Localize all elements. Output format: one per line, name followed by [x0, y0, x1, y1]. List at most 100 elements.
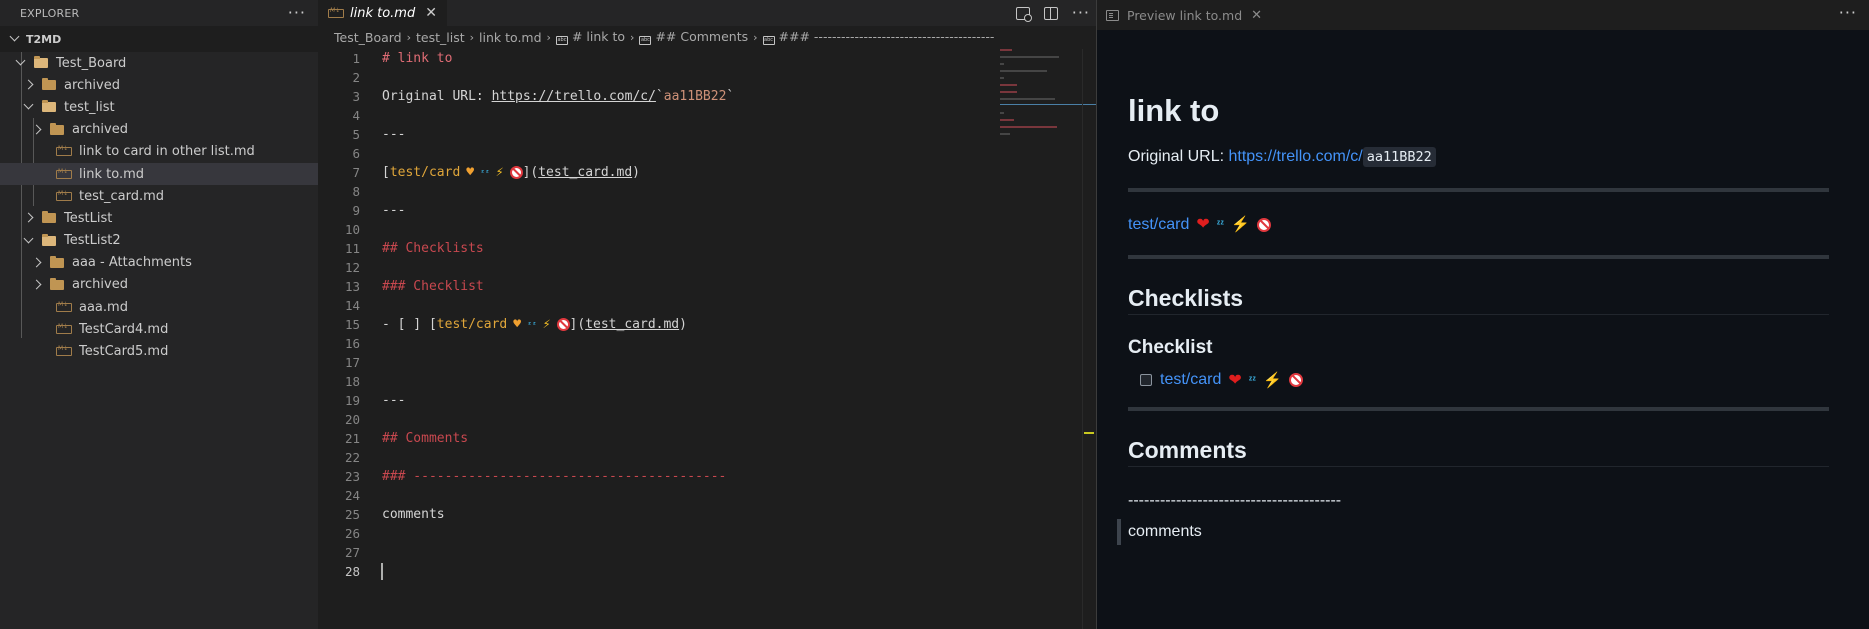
code-token: aa11BB22 [663, 89, 727, 104]
tree-folder[interactable]: archived [0, 119, 318, 141]
code-line[interactable]: 10 [318, 220, 1096, 239]
editor-tab-bar: link to.md ✕ ··· [318, 0, 1096, 26]
tree-folder[interactable]: aaa - Attachments [0, 252, 318, 274]
line-text: --- [382, 393, 405, 408]
preview-task-link[interactable]: test/card [1160, 371, 1221, 389]
code-line[interactable]: 11 ## Checklists [318, 239, 1096, 258]
lightning-icon: ⚡ [495, 165, 504, 180]
tree-folder[interactable]: TestList [0, 207, 318, 229]
tree-item-label: TestList2 [64, 233, 121, 249]
minimap-line [1000, 56, 1059, 58]
breadcrumb-item[interactable]: link to.md [479, 30, 542, 45]
file-tree: Test_Board archived test_list archived link … [0, 52, 318, 363]
preview-task-item: test/card ❤ ᶻᶻ ⚡ [1140, 369, 1829, 391]
tree-item-label: aaa - Attachments [72, 255, 192, 271]
preview-url-link[interactable]: https://trello.com/c/ [1228, 148, 1362, 165]
line-number: 27 [344, 545, 360, 560]
chevron-down-icon [22, 234, 36, 248]
tree-folder[interactable]: Test_Board [0, 52, 318, 74]
preview-heading-checklist: Checklist [1128, 337, 1213, 358]
markdown-file-icon [328, 7, 344, 18]
tree-folder[interactable]: archived [0, 74, 318, 96]
breadcrumb-item[interactable]: abc # link to [555, 29, 625, 45]
preview-card-link[interactable]: test/card [1128, 216, 1189, 233]
code-token: test_card.md [538, 165, 633, 180]
code-line[interactable]: 27 [318, 543, 1096, 562]
code-line[interactable]: 15 - [ ] [test/card ♥ ᶻᶻ ⚡](test_card.md) [318, 315, 1096, 334]
code-line[interactable]: 16 [318, 334, 1096, 353]
line-number: 16 [344, 336, 360, 351]
minimap-line [1000, 70, 1047, 72]
close-icon[interactable]: ✕ [1251, 8, 1262, 23]
code-line[interactable]: 24 [318, 486, 1096, 505]
code-line[interactable]: 28 [318, 562, 1096, 581]
tree-folder[interactable]: TestList2 [0, 230, 318, 252]
line-number: 4 [352, 108, 360, 123]
code-line[interactable]: 21 ## Comments [318, 429, 1096, 448]
tree-folder[interactable]: archived [0, 274, 318, 296]
code-line[interactable]: 6 [318, 144, 1096, 163]
split-editor-icon[interactable] [1043, 6, 1058, 20]
task-checkbox[interactable] [1140, 374, 1152, 386]
line-number: 20 [344, 412, 360, 427]
code-line[interactable]: 1 # link to [318, 49, 1096, 68]
code-line[interactable]: 3 Original URL: https://trello.com/c/`aa1… [318, 87, 1096, 106]
code-line[interactable]: 20 [318, 410, 1096, 429]
code-editor[interactable]: 1 # link to 2 3 Original URL: https://trello… [318, 49, 1096, 581]
tree-item-label: Test_Board [56, 55, 127, 71]
code-line[interactable]: 5 --- [318, 125, 1096, 144]
code-line[interactable]: 2 [318, 68, 1096, 87]
ellipsis-icon[interactable]: ··· [1839, 5, 1857, 21]
code-token: - [ ] [382, 317, 429, 332]
code-line[interactable]: 4 [318, 106, 1096, 125]
tree-file[interactable]: aaa.md [0, 296, 318, 318]
close-icon[interactable]: ✕ [425, 5, 437, 21]
open-preview-icon[interactable] [1015, 6, 1032, 22]
tree-file[interactable]: link to.md [0, 162, 318, 186]
code-line[interactable]: 22 [318, 448, 1096, 467]
line-number: 2 [352, 70, 360, 85]
minimap[interactable] [1000, 49, 1080, 135]
tree-folder[interactable]: test_list [0, 96, 318, 118]
ellipsis-icon[interactable]: ··· [288, 5, 306, 21]
breadcrumb-item[interactable]: abc ### ---------------------------------… [762, 29, 994, 45]
code-line[interactable]: 8 [318, 182, 1096, 201]
code-line[interactable]: 25 comments [318, 505, 1096, 524]
code-line[interactable]: 14 [318, 296, 1096, 315]
code-token: # link to [382, 51, 453, 66]
breadcrumb-item[interactable]: test_list [416, 30, 465, 45]
code-line[interactable]: 26 [318, 524, 1096, 543]
line-number: 12 [344, 260, 360, 275]
code-line[interactable]: 19 --- [318, 391, 1096, 410]
code-token: https://trello.com/c/ [491, 89, 656, 104]
ellipsis-icon[interactable]: ··· [1072, 5, 1090, 21]
code-line[interactable]: 13 ### Checklist [318, 277, 1096, 296]
line-number: 18 [344, 374, 360, 389]
tree-item-label: TestCard4.md [79, 321, 169, 337]
code-line[interactable]: 23 ### ----------------------------------… [318, 467, 1096, 486]
symbol-icon: abc [555, 36, 568, 45]
breadcrumb-item[interactable]: Test_Board [334, 30, 402, 45]
code-line[interactable]: 18 [318, 372, 1096, 391]
minimap-line [1000, 63, 1004, 65]
tree-file[interactable]: test_card.md [0, 185, 318, 207]
tree-file[interactable]: TestCard4.md [0, 318, 318, 340]
tree-file[interactable]: TestCard5.md [0, 340, 318, 362]
tab-preview-link-to-md[interactable]: Preview link to.md ✕ [1097, 0, 1276, 30]
code-line[interactable]: 7 [test/card ♥ ᶻᶻ ⚡](test_card.md) [318, 163, 1096, 182]
markdown-file-icon [56, 190, 72, 201]
tree-file[interactable]: link to card in other list.md [0, 141, 318, 163]
line-number: 3 [352, 89, 360, 104]
code-line[interactable]: 17 [318, 353, 1096, 372]
code-line[interactable]: 9 --- [318, 201, 1096, 220]
line-text: --- [382, 127, 405, 142]
code-line[interactable]: 12 [318, 258, 1096, 277]
chevron-right-icon: › [469, 30, 475, 44]
breadcrumb-item[interactable]: abc ## Comments [639, 29, 748, 45]
tree-item-label: archived [72, 122, 128, 138]
editor-scrollbar[interactable] [1082, 49, 1096, 629]
workspace-root[interactable]: T2MD [0, 26, 318, 52]
tab-link-to-md[interactable]: link to.md ✕ [318, 0, 447, 26]
line-number: 8 [352, 184, 360, 199]
code-token: ### Checklist [382, 279, 484, 294]
